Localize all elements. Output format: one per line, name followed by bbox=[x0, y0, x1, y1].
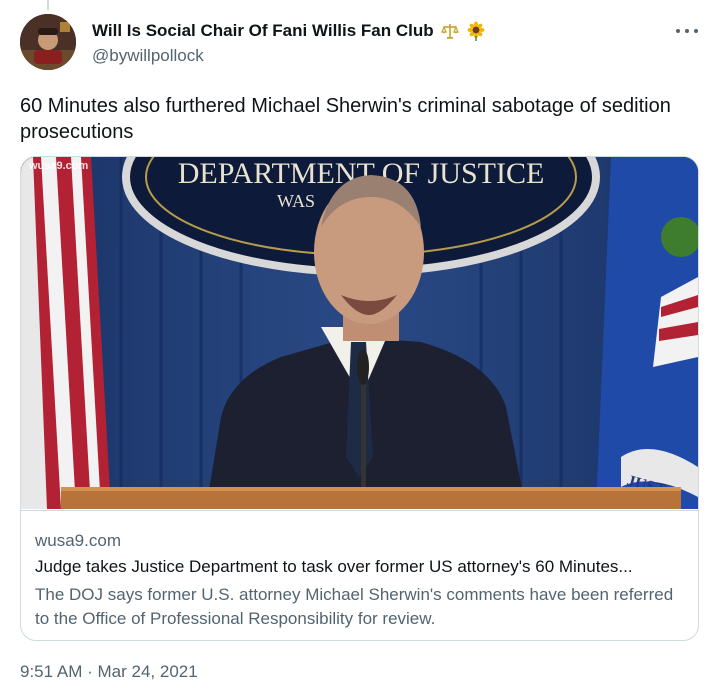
card-title: Judge takes Justice Department to task o… bbox=[35, 557, 633, 576]
more-dot bbox=[685, 29, 689, 33]
image-watermark: wusa9.com bbox=[28, 160, 89, 172]
author-display-name[interactable]: Will Is Social Chair Of Fani Willis Fan … bbox=[92, 21, 434, 41]
link-preview-card[interactable]: DEPARTMENT OF JUSTICE WAS JUST wusa9.com… bbox=[20, 156, 699, 641]
tweet-timestamp: 9:51 AM · Mar 24, 2021 bbox=[20, 662, 198, 682]
author-handle[interactable]: @bywillpollock bbox=[92, 46, 698, 66]
card-description: The DOJ says former U.S. attorney Michae… bbox=[35, 585, 674, 628]
tweet-header: Will Is Social Chair Of Fani Willis Fan … bbox=[92, 18, 698, 66]
card-image[interactable]: DEPARTMENT OF JUSTICE WAS JUST wusa9.com bbox=[21, 157, 698, 509]
avatar-image bbox=[20, 14, 76, 70]
more-dot bbox=[676, 29, 680, 33]
more-options-icon[interactable] bbox=[676, 24, 698, 38]
thread-connector-line bbox=[47, 0, 49, 10]
doj-flag: JUST bbox=[596, 157, 698, 509]
sunflower-emoji-icon bbox=[466, 21, 486, 41]
more-dot bbox=[694, 29, 698, 33]
timestamp-date[interactable]: Mar 24, 2021 bbox=[98, 662, 198, 681]
timestamp-time[interactable]: 9:51 AM bbox=[20, 662, 82, 681]
card-body[interactable]: wusa9.com Judge takes Justice Department… bbox=[21, 510, 698, 628]
card-domain: wusa9.com bbox=[35, 531, 121, 550]
tweet-text: 60 Minutes also furthered Michael Sherwi… bbox=[20, 95, 671, 143]
avatar[interactable] bbox=[20, 14, 76, 70]
scales-emoji-icon bbox=[440, 21, 460, 41]
seal-text-partial: WAS bbox=[277, 191, 315, 211]
timestamp-separator: · bbox=[87, 662, 93, 681]
